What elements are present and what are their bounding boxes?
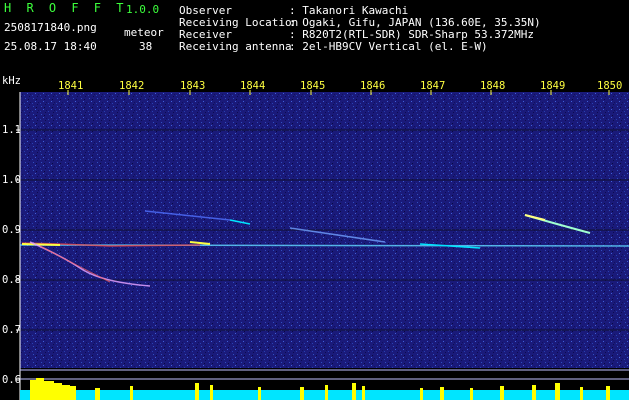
freq-tick-6: 0.6: [2, 374, 21, 386]
time-tick-10: 1850: [597, 80, 623, 92]
freq-tick-5: 0.7: [2, 324, 21, 336]
time-tick-2: 1842: [119, 80, 145, 92]
freq-tick-2: 1.0: [2, 174, 21, 186]
time-tick-1: 1841: [58, 80, 84, 92]
time-tick-9: 1849: [540, 80, 566, 92]
spectrogram: [16, 90, 629, 400]
time-tick-6: 1846: [360, 80, 386, 92]
time-tick-5: 1845: [300, 80, 326, 92]
freq-tick-4: 0.8: [2, 274, 21, 286]
axis-unit: kHz: [2, 75, 21, 87]
time-tick-3: 1843: [180, 80, 206, 92]
freq-tick-1: 1.1: [2, 124, 21, 136]
hrofft-window: H R O F F T 1.0.0 2508171840.png meteor …: [0, 0, 629, 400]
time-tick-7: 1847: [420, 80, 446, 92]
level-meter: [20, 390, 629, 400]
time-tick-4: 1844: [240, 80, 266, 92]
time-tick-8: 1848: [480, 80, 506, 92]
freq-tick-3: 0.9: [2, 224, 21, 236]
